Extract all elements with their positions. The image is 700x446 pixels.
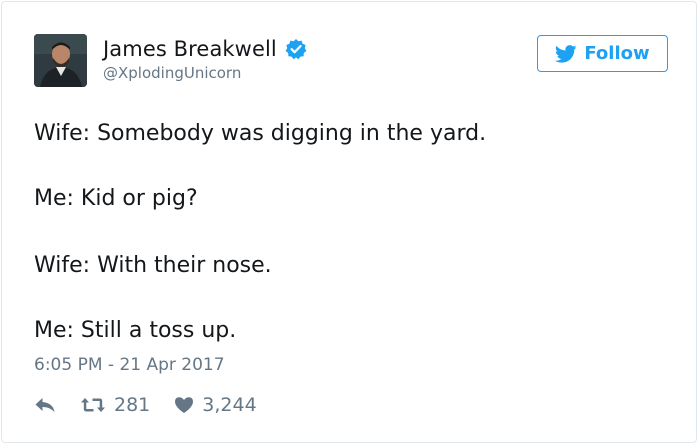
tweet-timestamp[interactable]: 6:05 PM - 21 Apr 2017 — [34, 354, 225, 376]
twitter-bird-icon — [555, 44, 577, 63]
retweet-button[interactable]: 281 — [80, 394, 150, 416]
like-count: 3,244 — [202, 394, 257, 416]
author-avatar[interactable] — [34, 34, 87, 87]
like-button[interactable]: 3,244 — [174, 394, 257, 416]
tweet-text-line: Me: Kid or pig? — [34, 186, 198, 211]
author-name-row: James Breakwell — [103, 35, 307, 63]
tweet-actions: 281 3,244 — [34, 392, 257, 418]
author-display-name[interactable]: James Breakwell — [103, 37, 277, 61]
retweet-count: 281 — [114, 394, 151, 416]
verified-badge-icon — [285, 38, 307, 60]
tweet-card: James Breakwell @XplodingUnicorn Follow … — [1, 1, 697, 443]
follow-button[interactable]: Follow — [537, 35, 668, 72]
heart-icon — [174, 396, 194, 414]
tweet-text-line: Me: Still a toss up. — [34, 318, 237, 343]
reply-button[interactable] — [34, 396, 56, 414]
retweet-icon — [80, 396, 106, 414]
author-handle[interactable]: @XplodingUnicorn — [103, 64, 241, 82]
tweet-text-line: Wife: With their nose. — [34, 253, 272, 278]
tweet-text-line: Wife: Somebody was digging in the yard. — [34, 121, 487, 146]
reply-arrow-icon — [34, 396, 56, 414]
follow-button-label: Follow — [584, 43, 650, 64]
